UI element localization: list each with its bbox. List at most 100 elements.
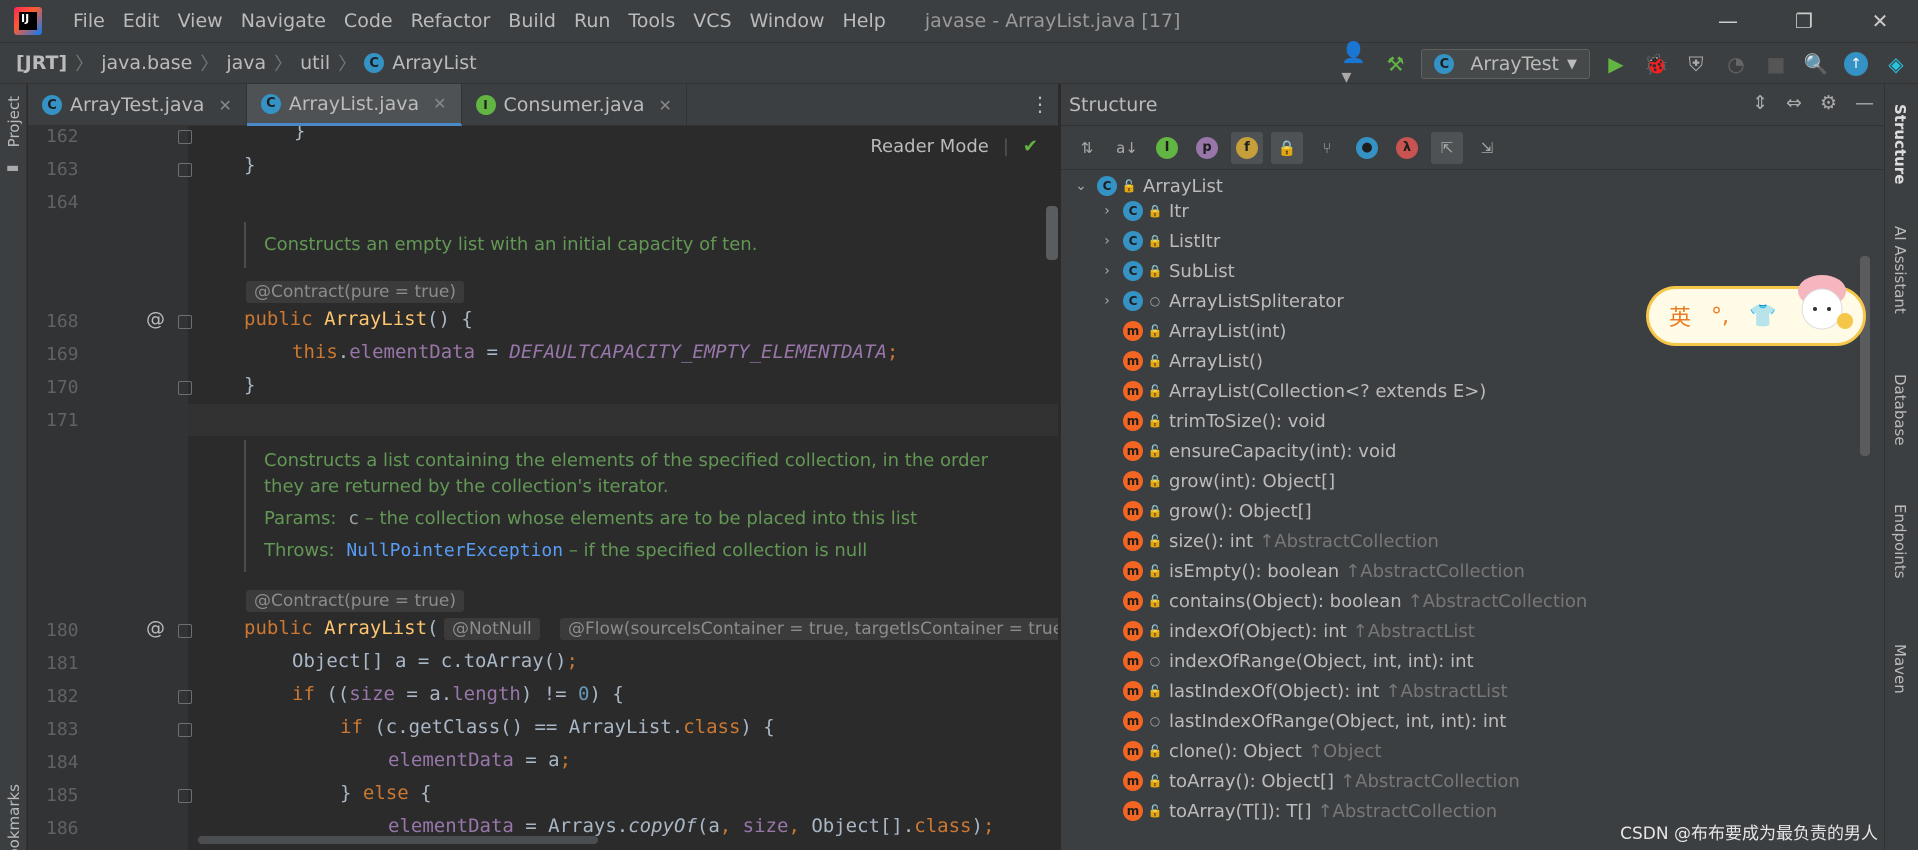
more-vertical-icon[interactable]: ⋮	[1030, 92, 1050, 116]
endpoints-tool-button[interactable]: Endpoints	[1891, 504, 1909, 579]
fold-icon[interactable]	[178, 315, 192, 329]
tree-item[interactable]: m 🔓 isEmpty(): boolean ↑AbstractCollecti…	[1123, 556, 1525, 586]
stop-icon[interactable]: ■	[1762, 50, 1790, 78]
ai-assistant-tool-button[interactable]: AI Assistant	[1891, 226, 1909, 314]
code-editor[interactable]: 162 163 164 168 169 170 171 180 181 182 …	[28, 126, 1058, 850]
gear-icon[interactable]: ⚙	[1820, 92, 1837, 114]
breadcrumb-util[interactable]: util	[300, 52, 330, 74]
tree-item[interactable]: m 🔓 ArrayList(Collection<? extends E>)	[1123, 376, 1486, 406]
structure-scrollbar[interactable]	[1860, 256, 1870, 456]
hide-icon[interactable]: —	[1855, 92, 1874, 114]
chevron-right-icon[interactable]: ›	[1097, 263, 1117, 279]
throws-link[interactable]: NullPointerException	[346, 540, 563, 561]
tree-item[interactable]: m 🔓 toArray(): Object[] ↑AbstractCollect…	[1123, 766, 1520, 796]
tab-arraytest[interactable]: C ArrayTest.java ✕	[28, 84, 247, 126]
autoscroll-to-source-icon[interactable]: ⇱	[1431, 131, 1463, 164]
breadcrumb-jrt[interactable]: [JRT]	[16, 52, 67, 74]
autoscroll-from-source-icon[interactable]: ⇲	[1471, 132, 1503, 164]
chevron-right-icon[interactable]: ›	[1097, 233, 1117, 249]
fold-icon[interactable]	[178, 130, 192, 144]
breadcrumb-arraylist[interactable]: ArrayList	[392, 52, 476, 74]
show-hierarchy-icon[interactable]: ⑂	[1311, 132, 1343, 164]
menu-edit[interactable]: Edit	[114, 0, 169, 42]
user-icon[interactable]: 👤▾	[1341, 40, 1369, 88]
menu-help[interactable]: Help	[833, 0, 894, 42]
show-lambdas-icon[interactable]: λ	[1391, 132, 1423, 164]
show-anonymous-icon[interactable]: ●	[1351, 132, 1383, 164]
run-icon[interactable]: ▶	[1602, 50, 1630, 78]
tree-item[interactable]: m 🔓 ArrayList()	[1123, 346, 1263, 376]
update-icon[interactable]: ↑	[1842, 50, 1870, 78]
tree-item[interactable]: m 🔓 contains(Object): boolean ↑AbstractC…	[1123, 586, 1587, 616]
build-hammer-icon[interactable]: ⚒	[1381, 50, 1409, 78]
close-icon[interactable]: ✕	[433, 94, 446, 113]
ime-skin-icon[interactable]: 👕	[1749, 304, 1776, 329]
tree-item[interactable]: m 🔓 clone(): Object ↑Object	[1123, 736, 1382, 766]
tree-item[interactable]: m 🔓 ensureCapacity(int): void	[1123, 436, 1396, 466]
tree-item[interactable]: m 🔓 size(): int ↑AbstractCollection	[1123, 526, 1439, 556]
ime-language-label[interactable]: 英	[1669, 300, 1691, 332]
menu-tools[interactable]: Tools	[619, 0, 684, 42]
tree-item[interactable]: m 🔒 grow(): Object[]	[1123, 496, 1312, 526]
chevron-right-icon[interactable]: ›	[1097, 203, 1117, 219]
ime-status-widget[interactable]: 英 °, 👕	[1646, 275, 1866, 346]
menu-build[interactable]: Build	[499, 0, 565, 42]
tree-item[interactable]: m 🔓 lastIndexOf(Object): int ↑AbstractLi…	[1123, 676, 1508, 706]
tree-item[interactable]: › C 🔒 SubList	[1097, 256, 1235, 286]
tree-item[interactable]: › C 🔒 ListItr	[1097, 226, 1220, 256]
tab-arraylist[interactable]: C ArrayList.java ✕	[246, 84, 462, 126]
collapse-all-icon[interactable]: ⇔	[1786, 92, 1802, 114]
annotation-at-icon[interactable]: @	[146, 617, 165, 639]
fold-icon[interactable]	[178, 789, 192, 803]
intellij-logo-icon[interactable]: IJ	[14, 7, 42, 35]
tree-item[interactable]: m 🔓 trimToSize(): void	[1123, 406, 1326, 436]
show-inherited-icon[interactable]: I	[1151, 132, 1183, 164]
fold-icon[interactable]	[178, 381, 192, 395]
ime-punctuation-label[interactable]: °,	[1711, 304, 1729, 329]
fold-icon[interactable]	[178, 723, 192, 737]
vertical-scrollbar[interactable]	[1046, 206, 1058, 260]
tree-item[interactable]: m ○ lastIndexOfRange(Object, int, int): …	[1123, 706, 1506, 736]
menu-vcs[interactable]: VCS	[684, 0, 740, 42]
horizontal-scrollbar[interactable]	[198, 836, 598, 844]
tab-consumer[interactable]: I Consumer.java ✕	[462, 84, 687, 126]
menu-view[interactable]: View	[169, 0, 232, 42]
menu-navigate[interactable]: Navigate	[232, 0, 335, 42]
show-non-public-icon[interactable]: 🔒	[1271, 131, 1303, 164]
maven-tool-button[interactable]: Maven	[1891, 644, 1909, 694]
breadcrumb-java-base[interactable]: java.base	[101, 52, 192, 74]
close-icon[interactable]: ✕	[218, 96, 231, 115]
run-configuration-select[interactable]: C ArrayTest ▼	[1421, 49, 1590, 79]
fold-icon[interactable]	[178, 690, 192, 704]
minimize-icon[interactable]: —	[1690, 0, 1766, 42]
tree-item[interactable]: m 🔓 ArrayList(int)	[1123, 316, 1286, 346]
tree-item[interactable]: › C 🔒 Itr	[1097, 196, 1189, 226]
tree-item[interactable]: m 🔓 indexOf(Object): int ↑AbstractList	[1123, 616, 1475, 646]
search-icon[interactable]: 🔍	[1802, 50, 1830, 78]
sort-visibility-icon[interactable]: ⇅	[1071, 132, 1103, 164]
folder-icon[interactable]: ▬	[6, 160, 19, 176]
close-icon[interactable]: ✕	[1842, 0, 1918, 42]
annotation-at-icon[interactable]: @	[146, 308, 165, 330]
coverage-icon[interactable]: ⛨	[1682, 50, 1710, 78]
menu-run[interactable]: Run	[565, 0, 619, 42]
show-fields-icon[interactable]: f	[1231, 131, 1263, 164]
expand-all-icon[interactable]: ⇕	[1752, 92, 1768, 114]
jetbrains-ai-icon[interactable]: ◈	[1882, 50, 1910, 78]
menu-refactor[interactable]: Refactor	[402, 0, 500, 42]
show-properties-icon[interactable]: p	[1191, 132, 1223, 164]
tree-item[interactable]: › C ○ ArrayListSpliterator	[1097, 286, 1344, 316]
profile-icon[interactable]: ◔	[1722, 50, 1750, 78]
menu-file[interactable]: File	[64, 0, 114, 42]
tree-item[interactable]: m ○ indexOfRange(Object, int, int): int	[1123, 646, 1474, 676]
editor-gutter[interactable]	[28, 126, 188, 850]
close-icon[interactable]: ✕	[659, 96, 672, 115]
project-tool-button[interactable]: Project	[5, 96, 23, 147]
tree-item[interactable]: m 🔓 toArray(T[]): T[] ↑AbstractCollectio…	[1123, 796, 1497, 826]
menu-window[interactable]: Window	[741, 0, 834, 42]
structure-tool-button[interactable]: Structure	[1891, 104, 1909, 184]
chevron-right-icon[interactable]: ›	[1097, 293, 1117, 309]
tree-item[interactable]: m 🔒 grow(int): Object[]	[1123, 466, 1335, 496]
fold-icon[interactable]	[178, 624, 192, 638]
chevron-down-icon[interactable]: ⌄	[1071, 178, 1091, 194]
